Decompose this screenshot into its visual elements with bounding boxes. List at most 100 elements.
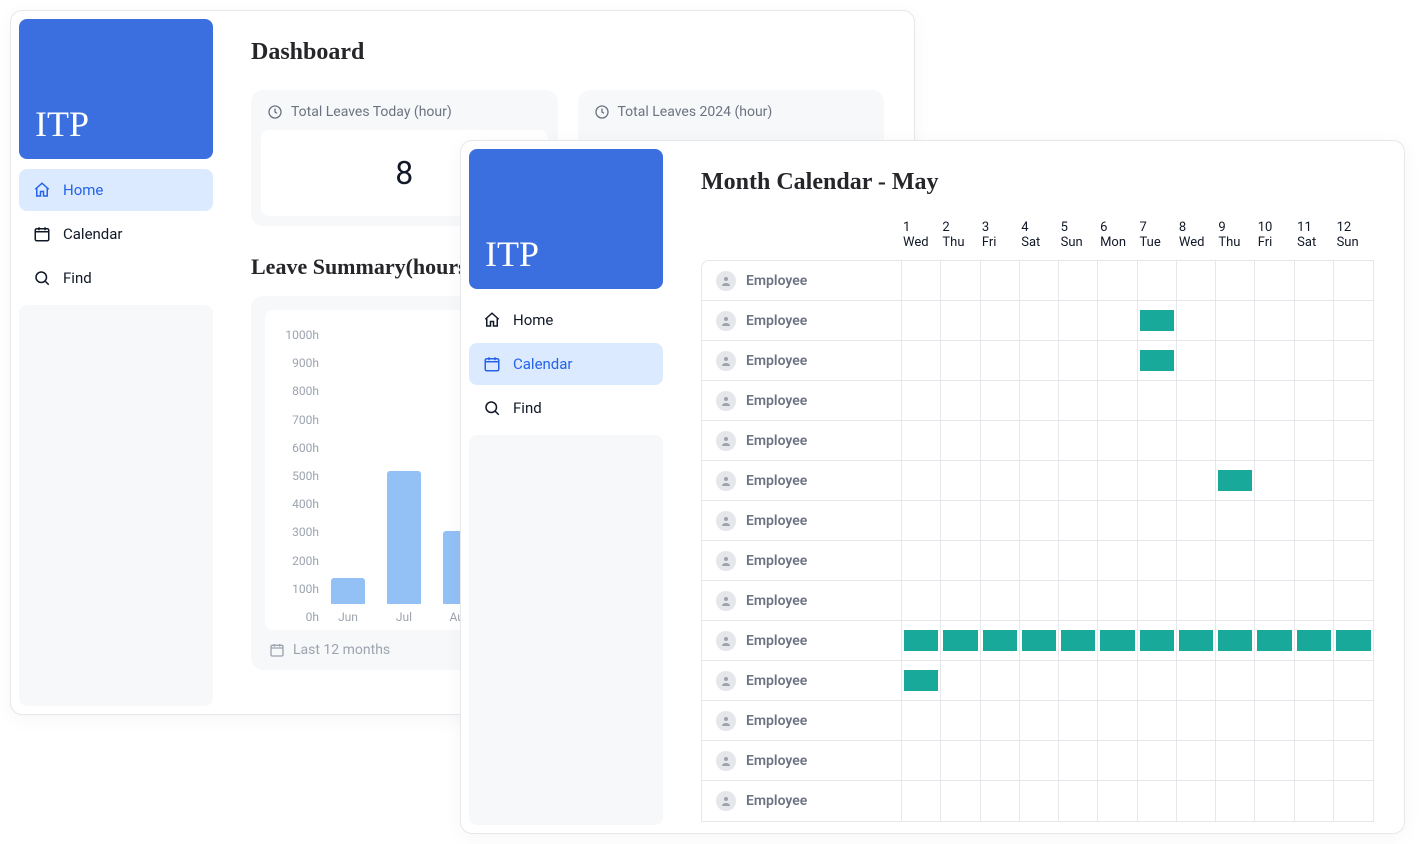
calendar-cell[interactable] (1138, 541, 1177, 580)
calendar-cell[interactable] (1020, 661, 1059, 700)
calendar-cell[interactable] (1020, 741, 1059, 780)
calendar-cell[interactable] (1059, 581, 1098, 620)
calendar-cell[interactable] (1020, 501, 1059, 540)
calendar-cell[interactable] (981, 621, 1020, 660)
nav-home[interactable]: Home (469, 299, 663, 341)
calendar-cell[interactable] (1334, 741, 1373, 780)
calendar-cell[interactable] (1020, 261, 1059, 300)
calendar-cell[interactable] (981, 421, 1020, 460)
calendar-cell[interactable] (1334, 621, 1373, 660)
leave-block[interactable] (904, 630, 938, 651)
calendar-cell[interactable] (1255, 381, 1294, 420)
calendar-cell[interactable] (1255, 701, 1294, 740)
calendar-cell[interactable] (1177, 341, 1216, 380)
nav-find[interactable]: Find (469, 387, 663, 429)
calendar-cell[interactable] (1020, 421, 1059, 460)
calendar-cell[interactable] (1334, 581, 1373, 620)
leave-block[interactable] (1297, 630, 1331, 651)
calendar-cell[interactable] (941, 381, 980, 420)
calendar-cell[interactable] (941, 421, 980, 460)
calendar-cell[interactable] (1098, 621, 1137, 660)
calendar-cell[interactable] (1098, 741, 1137, 780)
calendar-cell[interactable] (1177, 421, 1216, 460)
leave-block[interactable] (983, 630, 1017, 651)
calendar-cell[interactable] (1098, 421, 1137, 460)
calendar-cell[interactable] (1216, 701, 1255, 740)
employee-cell[interactable]: Employee (702, 781, 902, 821)
leave-block[interactable] (1218, 630, 1252, 651)
calendar-cell[interactable] (1020, 581, 1059, 620)
calendar-cell[interactable] (1334, 501, 1373, 540)
calendar-cell[interactable] (1138, 661, 1177, 700)
calendar-cell[interactable] (902, 581, 941, 620)
calendar-cell[interactable] (981, 461, 1020, 500)
calendar-cell[interactable] (1255, 341, 1294, 380)
calendar-cell[interactable] (1216, 581, 1255, 620)
calendar-cell[interactable] (1138, 501, 1177, 540)
leave-block[interactable] (1140, 350, 1174, 371)
calendar-cell[interactable] (1020, 341, 1059, 380)
calendar-cell[interactable] (1334, 781, 1373, 821)
calendar-cell[interactable] (1295, 621, 1334, 660)
calendar-cell[interactable] (1334, 301, 1373, 340)
calendar-cell[interactable] (1098, 501, 1137, 540)
leave-block[interactable] (1100, 630, 1134, 651)
calendar-cell[interactable] (1177, 781, 1216, 821)
employee-cell[interactable]: Employee (702, 461, 902, 500)
calendar-cell[interactable] (1138, 381, 1177, 420)
calendar-cell[interactable] (902, 741, 941, 780)
employee-cell[interactable]: Employee (702, 701, 902, 740)
calendar-cell[interactable] (1138, 421, 1177, 460)
calendar-cell[interactable] (981, 501, 1020, 540)
calendar-cell[interactable] (1138, 461, 1177, 500)
calendar-cell[interactable] (1295, 541, 1334, 580)
calendar-cell[interactable] (981, 581, 1020, 620)
calendar-cell[interactable] (1059, 661, 1098, 700)
leave-block[interactable] (1022, 630, 1056, 651)
calendar-cell[interactable] (1177, 541, 1216, 580)
calendar-cell[interactable] (981, 741, 1020, 780)
calendar-cell[interactable] (1020, 781, 1059, 821)
calendar-cell[interactable] (1177, 741, 1216, 780)
calendar-cell[interactable] (902, 541, 941, 580)
nav-find[interactable]: Find (19, 257, 213, 299)
calendar-cell[interactable] (1020, 381, 1059, 420)
calendar-cell[interactable] (981, 541, 1020, 580)
calendar-cell[interactable] (1295, 781, 1334, 821)
calendar-cell[interactable] (1098, 661, 1137, 700)
calendar-cell[interactable] (1216, 661, 1255, 700)
calendar-cell[interactable] (981, 701, 1020, 740)
calendar-cell[interactable] (1216, 501, 1255, 540)
employee-cell[interactable]: Employee (702, 661, 902, 700)
calendar-cell[interactable] (941, 341, 980, 380)
calendar-cell[interactable] (1059, 261, 1098, 300)
leave-block[interactable] (1218, 470, 1252, 491)
calendar-cell[interactable] (1255, 621, 1294, 660)
calendar-cell[interactable] (902, 301, 941, 340)
calendar-cell[interactable] (941, 501, 980, 540)
calendar-cell[interactable] (902, 501, 941, 540)
calendar-cell[interactable] (941, 741, 980, 780)
calendar-cell[interactable] (1295, 501, 1334, 540)
calendar-cell[interactable] (1295, 341, 1334, 380)
calendar-cell[interactable] (1255, 261, 1294, 300)
calendar-cell[interactable] (1059, 421, 1098, 460)
employee-cell[interactable]: Employee (702, 341, 902, 380)
calendar-cell[interactable] (1177, 301, 1216, 340)
calendar-cell[interactable] (902, 341, 941, 380)
leave-block[interactable] (1257, 630, 1291, 651)
calendar-cell[interactable] (1138, 701, 1177, 740)
calendar-cell[interactable] (1098, 581, 1137, 620)
calendar-cell[interactable] (1059, 341, 1098, 380)
calendar-cell[interactable] (941, 581, 980, 620)
calendar-cell[interactable] (1059, 301, 1098, 340)
calendar-cell[interactable] (1177, 461, 1216, 500)
calendar-cell[interactable] (1295, 261, 1334, 300)
calendar-cell[interactable] (1216, 741, 1255, 780)
calendar-cell[interactable] (1177, 661, 1216, 700)
calendar-cell[interactable] (1059, 701, 1098, 740)
employee-cell[interactable]: Employee (702, 421, 902, 460)
calendar-cell[interactable] (1334, 661, 1373, 700)
calendar-cell[interactable] (1098, 461, 1137, 500)
calendar-cell[interactable] (1177, 501, 1216, 540)
